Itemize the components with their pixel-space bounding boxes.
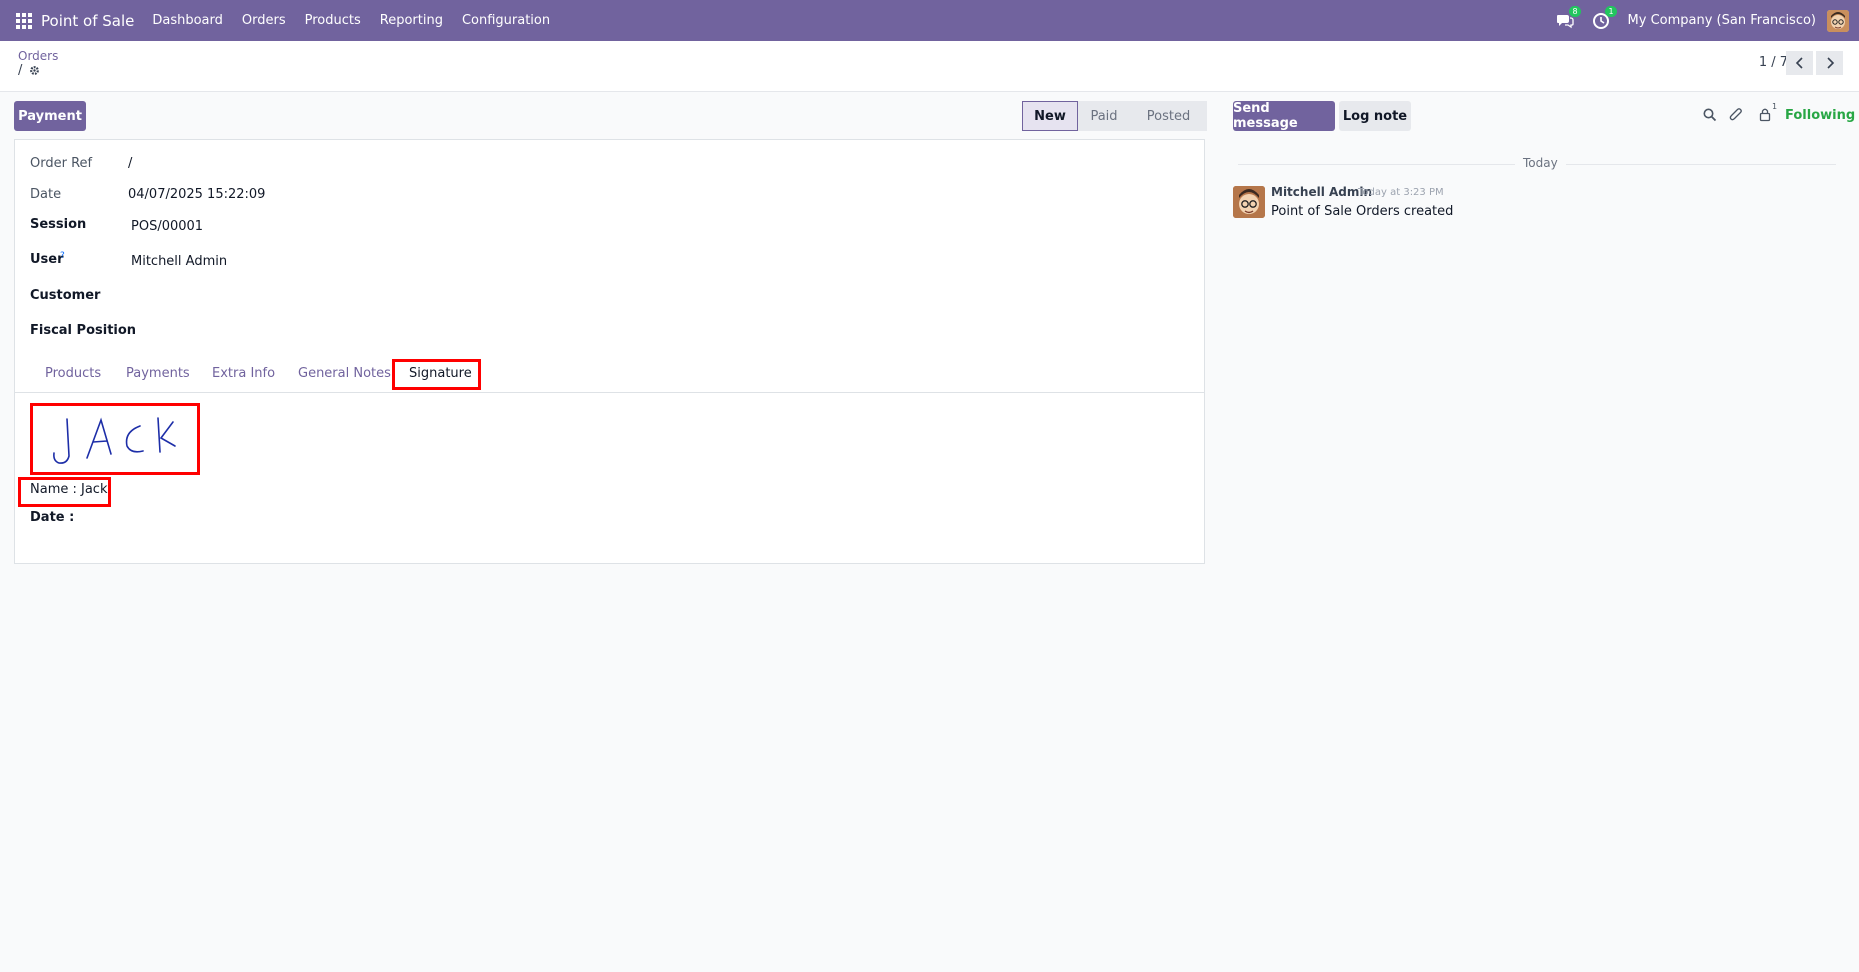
chevron-left-icon	[1795, 57, 1803, 69]
chevron-right-icon	[1826, 57, 1834, 69]
menu-configuration[interactable]: Configuration	[462, 13, 550, 28]
pager-next-button[interactable]	[1816, 51, 1843, 75]
order-ref-value: /	[128, 156, 133, 171]
breadcrumb: /	[18, 63, 40, 78]
fiscal-position-label: Fiscal Position	[30, 323, 137, 338]
status-new[interactable]: New	[1022, 101, 1078, 131]
form-sheet	[14, 139, 1205, 564]
user-help-tooltip[interactable]: ?	[60, 251, 65, 261]
status-paid[interactable]: Paid	[1078, 101, 1130, 131]
signature-name: Name : Jack	[30, 482, 108, 497]
tab-general-notes[interactable]: General Notes	[298, 366, 391, 381]
status-bar: New Paid Posted	[1022, 101, 1207, 131]
date-value[interactable]: 04/07/2025 15:22:09	[128, 187, 265, 202]
signature-image[interactable]	[33, 406, 197, 472]
activities-badge: 1	[1605, 5, 1617, 17]
control-panel: Orders / 1 / 7	[0, 41, 1859, 92]
menu-dashboard[interactable]: Dashboard	[152, 13, 223, 28]
customer-field[interactable]	[131, 284, 431, 306]
session-label: Session	[30, 217, 87, 232]
user-avatar[interactable]	[1827, 9, 1849, 32]
messages-badge: 8	[1569, 5, 1581, 17]
search-icon[interactable]	[1703, 108, 1717, 122]
lock-icon	[1759, 108, 1771, 122]
date-label: Date	[30, 187, 62, 202]
menu-reporting[interactable]: Reporting	[380, 13, 443, 28]
following-button[interactable]: Following	[1785, 108, 1855, 123]
order-ref-label: Order Ref	[30, 156, 93, 171]
gear-icon[interactable]	[29, 65, 40, 76]
signature-date: Date :	[30, 510, 75, 525]
message-author[interactable]: Mitchell Admin	[1271, 185, 1372, 199]
message-body: Point of Sale Orders created	[1271, 204, 1454, 219]
user-face-icon	[1827, 9, 1849, 32]
messages-button[interactable]: 8	[1556, 5, 1581, 30]
breadcrumb-current: /	[18, 63, 23, 78]
session-field[interactable]: POS/00001	[131, 219, 203, 234]
notebook-tabs: Products Payments Extra Info General Not…	[14, 357, 1205, 393]
paperclip-icon[interactable]	[1729, 107, 1744, 123]
user-label: User	[30, 252, 64, 267]
message-author-avatar[interactable]	[1233, 186, 1265, 218]
company-switcher[interactable]: My Company (San Francisco)	[1628, 13, 1816, 28]
menu-products[interactable]: Products	[305, 13, 361, 28]
tab-payments[interactable]: Payments	[126, 366, 190, 381]
pager-value[interactable]: 1 / 7	[1759, 55, 1788, 70]
user-field[interactable]: Mitchell Admin	[131, 254, 227, 269]
breadcrumb-orders[interactable]: Orders	[18, 49, 58, 63]
send-message-button[interactable]: Send message	[1233, 101, 1335, 131]
followers-count: 1	[1772, 102, 1778, 111]
message-time: Today at 3:23 PM	[1358, 187, 1444, 198]
app-title[interactable]: Point of Sale	[41, 12, 134, 30]
top-navbar: Point of Sale Dashboard Orders Products …	[0, 0, 1859, 41]
menu-orders[interactable]: Orders	[242, 13, 286, 28]
signature-tab-highlight	[392, 359, 481, 390]
customer-label: Customer	[30, 288, 101, 303]
tab-products[interactable]: Products	[45, 366, 101, 381]
user-face-icon	[1233, 186, 1265, 218]
followers-button[interactable]: 1	[1759, 102, 1779, 123]
activities-button[interactable]: 1	[1592, 5, 1617, 30]
payment-button[interactable]: Payment	[14, 101, 86, 131]
status-posted[interactable]: Posted	[1130, 101, 1207, 131]
pager-previous-button[interactable]	[1786, 51, 1813, 75]
log-note-button[interactable]: Log note	[1339, 101, 1411, 131]
apps-menu-icon[interactable]	[16, 12, 32, 29]
day-separator-label: Today	[1515, 156, 1566, 170]
tab-extra-info[interactable]: Extra Info	[212, 366, 275, 381]
fiscal-position-field[interactable]	[131, 319, 431, 341]
